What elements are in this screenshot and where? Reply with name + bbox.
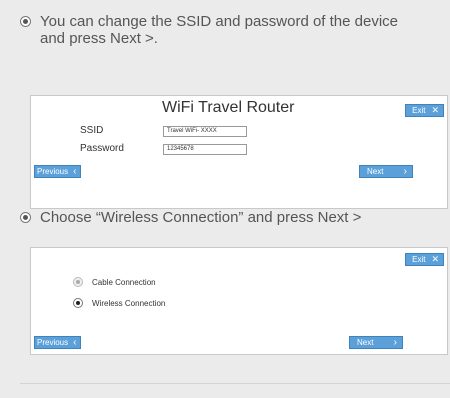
exit-button-label: Exit	[412, 255, 426, 264]
next-button[interactable]: Next ›	[359, 165, 413, 178]
dialog-title: WiFi Travel Router	[162, 99, 295, 116]
bullet-icon	[20, 212, 31, 223]
close-icon: ✕	[431, 254, 439, 264]
step2-instruction: Choose “Wireless Connection” and press N…	[20, 209, 430, 226]
chevron-left-icon: ‹	[73, 166, 77, 177]
step1-instruction-text: You can change the SSID and password of …	[40, 13, 399, 47]
chevron-right-icon: ›	[403, 166, 407, 177]
exit-button[interactable]: Exit ✕	[405, 253, 444, 266]
wireless-connection-label: Wireless Connection	[92, 298, 166, 308]
previous-button-label: Previous	[37, 338, 69, 347]
ssid-settings-dialog: Exit ✕ WiFi Travel Router SSID Travel Wi…	[30, 95, 448, 209]
close-icon: ✕	[431, 105, 439, 115]
cable-connection-option[interactable]: Cable Connection	[73, 277, 156, 287]
previous-button[interactable]: Previous ‹	[34, 336, 82, 349]
radio-button-icon[interactable]	[73, 277, 83, 287]
previous-button[interactable]: Previous ‹	[34, 165, 82, 178]
next-button-label: Next	[367, 167, 384, 176]
wireless-connection-option[interactable]: Wireless Connection	[73, 298, 165, 308]
previous-button-label: Previous	[37, 167, 69, 176]
ssid-input[interactable]: Travel WiFi- XXXX	[163, 126, 247, 137]
exit-button[interactable]: Exit ✕	[405, 104, 444, 117]
chevron-right-icon: ›	[393, 337, 397, 348]
chevron-left-icon: ‹	[73, 337, 77, 348]
connection-type-dialog: Exit ✕ Cable Connection Wireless Connect…	[30, 247, 448, 355]
next-button-label: Next	[357, 338, 374, 347]
bullet-icon	[20, 16, 31, 27]
step1-instruction: You can change the SSID and password of …	[20, 13, 420, 47]
step2-instruction-text: Choose “Wireless Connection” and press N…	[40, 209, 362, 226]
radio-button-selected-icon[interactable]	[73, 298, 83, 308]
ssid-label: SSID	[80, 125, 104, 136]
divider	[20, 383, 450, 384]
next-button[interactable]: Next ›	[349, 336, 403, 349]
password-label: Password	[80, 143, 124, 154]
exit-button-label: Exit	[412, 106, 426, 115]
cable-connection-label: Cable Connection	[92, 277, 156, 287]
password-input[interactable]: 12345678	[163, 144, 247, 155]
